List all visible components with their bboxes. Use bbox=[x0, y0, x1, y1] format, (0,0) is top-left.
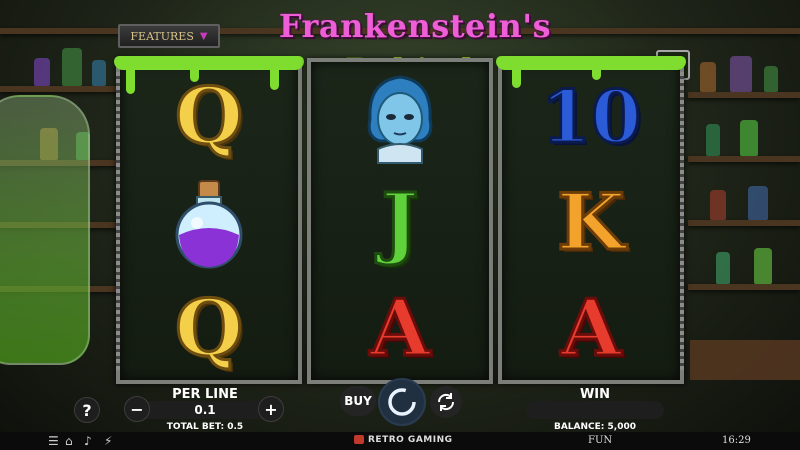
increase-bet-button[interactable]: + bbox=[258, 396, 284, 422]
triangle-down-icon: ▼ bbox=[199, 30, 208, 42]
shelf bbox=[688, 156, 800, 162]
home-icon[interactable]: ⌂ bbox=[65, 434, 73, 448]
menu-icon[interactable]: ☰ bbox=[48, 434, 59, 448]
title-part-1: Frankenstein's bbox=[278, 7, 552, 45]
autoplay-button[interactable] bbox=[430, 386, 462, 418]
sound-icon[interactable]: ♪ bbox=[84, 434, 92, 448]
reel-symbol bbox=[120, 170, 298, 276]
buy-feature-button[interactable]: BUY bbox=[340, 386, 376, 416]
shelf bbox=[0, 86, 120, 92]
bottle bbox=[34, 58, 50, 86]
features-label: FEATURES bbox=[130, 29, 194, 43]
win-value-pill bbox=[526, 401, 664, 419]
bride-portrait-icon bbox=[367, 75, 433, 164]
plus-icon: + bbox=[264, 399, 278, 419]
buy-label: BUY bbox=[344, 394, 372, 408]
symbol-letter: Q bbox=[174, 283, 245, 374]
symbol-letter: Q bbox=[174, 71, 245, 162]
symbol-letter: A bbox=[368, 283, 432, 374]
reel-symbol: Q bbox=[120, 276, 298, 382]
symbol-letter: A bbox=[559, 283, 623, 374]
reel-1: Q Q bbox=[114, 56, 304, 384]
spin-button[interactable] bbox=[378, 378, 426, 426]
spin-icon bbox=[388, 388, 416, 416]
bottle bbox=[62, 48, 82, 86]
reel-3: 10 K A bbox=[496, 56, 686, 384]
chain bbox=[680, 72, 684, 370]
balance: BALANCE: 5,000 bbox=[553, 422, 636, 432]
bottle bbox=[710, 190, 726, 220]
bottle bbox=[730, 56, 752, 92]
reel-symbol: A bbox=[502, 276, 680, 382]
green-flask-decoration bbox=[0, 95, 90, 365]
reel-2: J A bbox=[307, 58, 493, 384]
reel-symbol: Q bbox=[120, 64, 298, 170]
per-line-value: 0.1 bbox=[194, 403, 216, 417]
reel-symbol: A bbox=[311, 276, 489, 382]
reel-symbol: 10 bbox=[502, 64, 680, 170]
clock: 16:29 bbox=[722, 435, 751, 446]
status-bar: ☰ ⌂ ♪ ⚡ RETRO GAMING FUN 16:29 bbox=[0, 432, 800, 450]
mode-label: FUN bbox=[588, 435, 613, 446]
total-bet: TOTAL BET: 0.5 bbox=[166, 422, 244, 432]
bottle bbox=[740, 120, 758, 156]
symbol-letter: J bbox=[380, 177, 420, 268]
desk bbox=[690, 340, 800, 380]
reel-symbol bbox=[311, 64, 489, 170]
reel-symbol: K bbox=[502, 170, 680, 276]
bottle bbox=[754, 248, 772, 284]
bottle bbox=[764, 66, 778, 92]
minus-icon: − bbox=[130, 399, 144, 419]
win-label: WIN bbox=[579, 387, 611, 402]
shelf bbox=[688, 92, 800, 98]
bottle bbox=[748, 186, 768, 220]
shelf bbox=[688, 220, 800, 226]
help-button[interactable]: ? bbox=[74, 397, 100, 423]
bottle bbox=[716, 252, 730, 284]
reel-symbol: J bbox=[311, 170, 489, 276]
help-icon: ? bbox=[82, 400, 92, 420]
retro-gaming-logo-icon bbox=[354, 435, 364, 444]
features-button[interactable]: FEATURES ▼ bbox=[118, 24, 220, 48]
bottle bbox=[92, 60, 106, 86]
turbo-icon[interactable]: ⚡ bbox=[104, 434, 112, 448]
brand-label: RETRO GAMING bbox=[368, 435, 453, 445]
symbol-letter: K bbox=[556, 177, 627, 268]
symbol-letter: 10 bbox=[539, 74, 642, 159]
potion-flask-icon bbox=[175, 180, 243, 269]
decrease-bet-button[interactable]: − bbox=[124, 396, 150, 422]
autoplay-icon bbox=[437, 393, 455, 411]
bottle bbox=[700, 62, 716, 92]
shelf bbox=[688, 284, 800, 290]
per-line-label: PER LINE bbox=[172, 387, 238, 402]
bottle bbox=[706, 124, 720, 156]
